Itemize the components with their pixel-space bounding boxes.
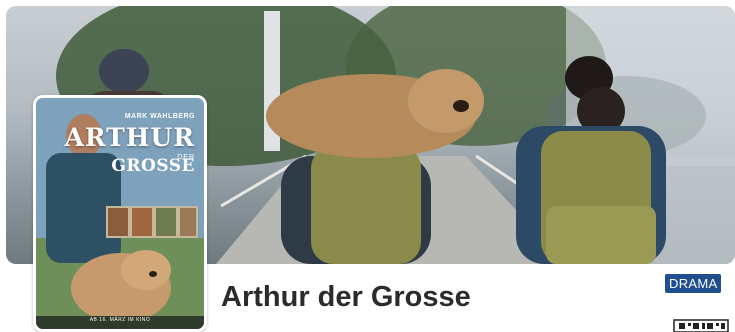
poster-title-line-1: ARTHUR — [64, 123, 195, 152]
qr-code-icon[interactable] — [673, 319, 729, 332]
movie-poster[interactable]: MARK WAHLBERG ARTHUR DER GROSSE AB 16. M… — [33, 95, 207, 332]
poster-actor-name: MARK WAHLBERG — [124, 113, 195, 120]
poster-release-note: AB 16. MÄRZ IM KINO — [89, 317, 151, 323]
qr-code-graphic — [673, 319, 729, 332]
genre-badge[interactable]: DRAMA — [665, 274, 722, 293]
movie-title[interactable]: Arthur der Grosse — [221, 283, 471, 312]
poster-title-line-3: GROSSE — [111, 156, 195, 176]
